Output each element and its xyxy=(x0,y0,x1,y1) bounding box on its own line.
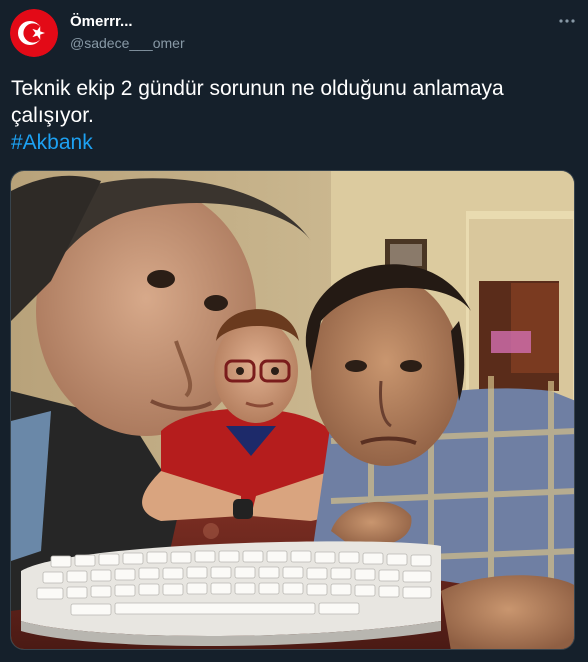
tweet-text-line-1: Teknik ekip 2 gündür sorunun ne olduğunu… xyxy=(11,77,504,100)
tweet-photo[interactable] xyxy=(10,170,575,650)
tweet-card[interactable]: Ömerrr... @sadece___omer Teknik ekip 2 g… xyxy=(0,0,588,662)
more-options-icon[interactable] xyxy=(556,10,578,32)
author-handle[interactable]: @sadece___omer xyxy=(70,34,185,52)
hashtag-link[interactable]: #Akbank xyxy=(11,129,577,156)
tweet-text: Teknik ekip 2 gündür sorunun ne olduğunu… xyxy=(11,75,577,156)
author-display-name[interactable]: Ömerrr... xyxy=(70,13,133,31)
turkish-flag-icon xyxy=(10,9,58,57)
tweet-text-line-2: çalışıyor. xyxy=(11,104,94,127)
avatar[interactable] xyxy=(10,9,58,57)
photo-image xyxy=(11,171,574,649)
